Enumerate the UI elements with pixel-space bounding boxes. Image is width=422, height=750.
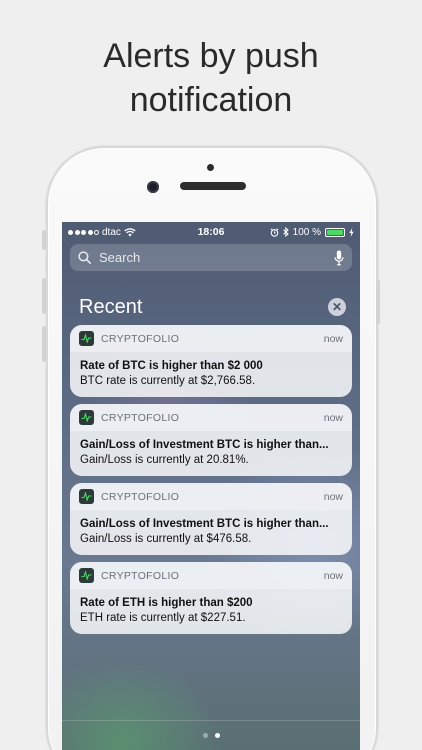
battery-percent: 100 %: [292, 226, 321, 238]
signal-dot: [94, 229, 99, 235]
notification-time: now: [323, 411, 343, 424]
headline-line-1: Alerts by push: [103, 37, 319, 75]
phone-screen: dtac 18:06 100 % Search Recent ✕ CRYPTOF…: [62, 222, 360, 750]
notification-card[interactable]: CRYPTOFOLIO now Rate of BTC is higher th…: [70, 325, 352, 397]
status-bar: dtac 18:06 100 %: [62, 222, 360, 242]
notification-app-name: CRYPTOFOLIO: [101, 411, 180, 424]
battery-level: [327, 229, 343, 235]
notification-card[interactable]: CRYPTOFOLIO now Rate of ETH is higher th…: [70, 562, 352, 634]
notification-time: now: [323, 569, 343, 582]
notification-body: Gain/Loss is currently at 20.81%.: [80, 454, 249, 466]
earpiece: [180, 182, 246, 190]
notification-title: Rate of ETH is higher than $200: [80, 597, 253, 609]
signal-dot: [74, 229, 80, 235]
search-icon: [78, 251, 91, 264]
page-dot[interactable]: [214, 733, 220, 738]
notification-app-name: CRYPTOFOLIO: [101, 569, 180, 582]
headline: Alerts by push notification: [0, 34, 422, 122]
notification-app-name: CRYPTOFOLIO: [101, 490, 180, 503]
mute-switch: [42, 230, 46, 250]
carrier-name: dtac: [102, 226, 121, 238]
notification-card[interactable]: CRYPTOFOLIO now Gain/Loss of Investment …: [70, 483, 352, 555]
signal-dot: [68, 229, 73, 235]
volume-up-button: [42, 278, 46, 314]
notification-title: Gain/Loss of Investment BTC is higher th…: [80, 439, 329, 451]
page-dot[interactable]: [202, 733, 208, 738]
app-chart-icon: [79, 331, 94, 346]
notification-body: Gain/Loss is currently at $476.58.: [80, 533, 252, 545]
notification-header: CRYPTOFOLIO now: [70, 483, 352, 510]
signal-dot: [81, 229, 86, 235]
volume-down-button: [42, 326, 46, 362]
wifi-icon: [124, 227, 136, 236]
notification-body: BTC rate is currently at $2,766.58.: [80, 375, 256, 387]
front-camera: [147, 181, 159, 193]
app-chart-icon: [79, 568, 94, 583]
microphone-icon[interactable]: [334, 250, 344, 266]
power-button: [376, 280, 380, 324]
notification-title: Gain/Loss of Investment BTC is higher th…: [80, 518, 329, 530]
alarm-icon: [270, 227, 279, 237]
page-indicator: [62, 720, 360, 750]
app-chart-icon: [79, 410, 94, 425]
signal-dot: [87, 229, 93, 235]
notification-header: CRYPTOFOLIO now: [70, 325, 352, 352]
notification-card[interactable]: CRYPTOFOLIO now Gain/Loss of Investment …: [70, 404, 352, 476]
notification-title: Rate of BTC is higher than $2 000: [80, 360, 263, 372]
notification-body: ETH rate is currently at $227.51.: [80, 612, 246, 624]
battery-icon: [325, 227, 345, 237]
notification-time: now: [323, 332, 343, 345]
status-time: 18:06: [197, 226, 225, 238]
search-field[interactable]: Search: [70, 244, 352, 271]
notification-header: CRYPTOFOLIO now: [70, 562, 352, 589]
clear-button[interactable]: ✕: [328, 298, 346, 316]
charging-icon: [349, 227, 354, 237]
notification-header: CRYPTOFOLIO now: [70, 404, 352, 431]
search-placeholder: Search: [99, 250, 141, 265]
notification-app-name: CRYPTOFOLIO: [101, 332, 180, 345]
notification-time: now: [323, 490, 343, 503]
proximity-sensor: [207, 164, 214, 171]
headline-line-2: notification: [129, 81, 293, 119]
clear-icon: ✕: [331, 300, 343, 314]
signal-strength: [68, 229, 99, 235]
bluetooth-icon: [282, 227, 289, 237]
recent-heading: Recent: [79, 296, 143, 318]
app-chart-icon: [79, 489, 94, 504]
